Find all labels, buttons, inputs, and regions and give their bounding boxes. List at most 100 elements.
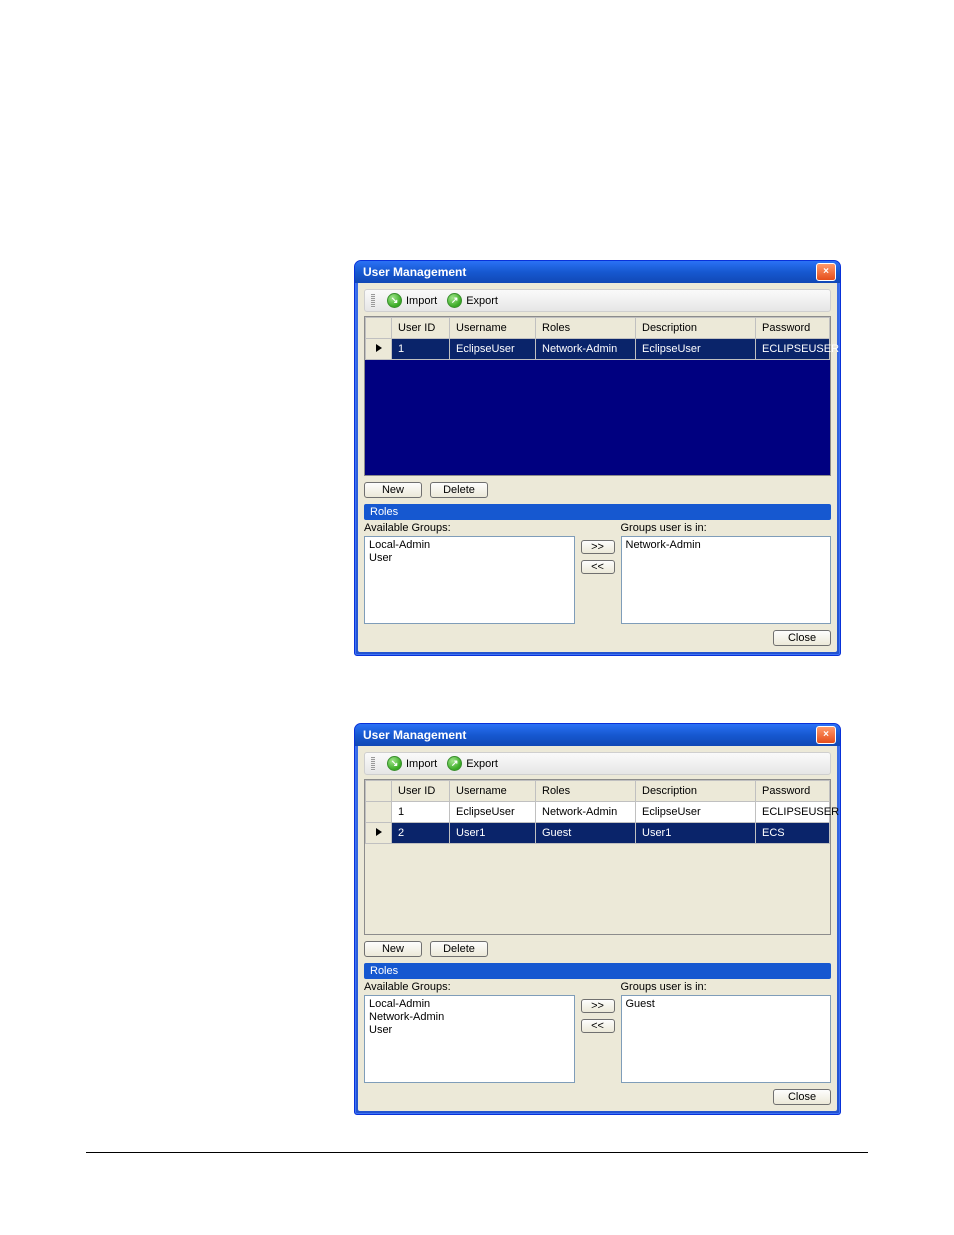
user-groups-list[interactable]: Guest [621,995,832,1083]
list-item[interactable]: Local-Admin [369,998,570,1011]
cell-roles[interactable]: Network-Admin [536,802,636,823]
user-management-window-2: User Management × ↘ Import ↗ Export [354,723,841,1115]
move-right-button[interactable]: >> [581,999,615,1013]
client-area: ↘ Import ↗ Export User ID Username Roles [358,283,837,652]
col-roles[interactable]: Roles [536,318,636,339]
available-groups-col: Available Groups: Local-Admin Network-Ad… [364,981,575,1083]
grid-empty-area [365,844,830,934]
list-item[interactable]: Guest [626,998,827,1011]
new-button[interactable]: New [364,941,422,957]
grid-empty-area [365,360,830,475]
row-pointer-icon [376,344,382,352]
cell-roles[interactable]: Network-Admin [536,339,636,360]
export-button[interactable]: ↗ Export [447,756,498,771]
cell-description[interactable]: EclipseUser [636,339,756,360]
move-buttons: >> << [581,522,615,574]
roles-section-header: Roles [364,504,831,520]
export-icon: ↗ [447,756,462,771]
close-icon[interactable]: × [816,263,836,281]
close-button[interactable]: Close [773,1089,831,1105]
delete-button[interactable]: Delete [430,482,488,498]
col-username[interactable]: Username [450,318,536,339]
footer-rule [86,1152,868,1153]
row-pointer-icon [376,828,382,836]
cell-username[interactable]: EclipseUser [450,339,536,360]
user-groups-list[interactable]: Network-Admin [621,536,832,624]
list-item[interactable]: User [369,552,570,565]
user-grid[interactable]: User ID Username Roles Description Passw… [364,316,831,476]
table-row[interactable]: 1 EclipseUser Network-Admin EclipseUser … [366,802,830,823]
toolbar-grip [371,294,375,308]
window-title: User Management [359,728,816,742]
titlebar[interactable]: User Management × [355,261,840,283]
roles-area: Available Groups: Local-Admin User >> <<… [364,522,831,624]
available-groups-col: Available Groups: Local-Admin User [364,522,575,624]
available-groups-list[interactable]: Local-Admin User [364,536,575,624]
toolbar-grip [371,757,375,771]
bottom-buttons: Close [364,1089,831,1105]
import-label: Import [406,758,437,770]
import-button[interactable]: ↘ Import [387,756,437,771]
available-groups-list[interactable]: Local-Admin Network-Admin User [364,995,575,1083]
client-area: ↘ Import ↗ Export User ID Username Roles [358,746,837,1111]
list-item[interactable]: Network-Admin [626,539,827,552]
row-pointer-cell [366,339,392,360]
list-item[interactable]: User [369,1024,570,1037]
move-buttons: >> << [581,981,615,1033]
row-header-blank [366,781,392,802]
new-button[interactable]: New [364,482,422,498]
window-title: User Management [359,265,816,279]
col-username[interactable]: Username [450,781,536,802]
col-user-id[interactable]: User ID [392,318,450,339]
cell-password[interactable]: ECS [756,823,830,844]
cell-description[interactable]: User1 [636,823,756,844]
export-label: Export [466,295,498,307]
import-label: Import [406,295,437,307]
close-button[interactable]: Close [773,630,831,646]
col-roles[interactable]: Roles [536,781,636,802]
cell-user-id[interactable]: 1 [392,339,450,360]
move-left-button[interactable]: << [581,1019,615,1033]
bottom-buttons: Close [364,630,831,646]
cell-username[interactable]: EclipseUser [450,802,536,823]
cell-password[interactable]: ECLIPSEUSER [756,802,830,823]
cell-password[interactable]: ECLIPSEUSER [756,339,830,360]
import-button[interactable]: ↘ Import [387,293,437,308]
cell-user-id[interactable]: 1 [392,802,450,823]
row-pointer-cell [366,823,392,844]
col-description[interactable]: Description [636,318,756,339]
list-item[interactable]: Local-Admin [369,539,570,552]
export-button[interactable]: ↗ Export [447,293,498,308]
user-groups-label: Groups user is in: [621,981,832,995]
list-item[interactable]: Network-Admin [369,1011,570,1024]
table-row[interactable]: 1 EclipseUser Network-Admin EclipseUser … [366,339,830,360]
grid-buttons: New Delete [364,941,831,957]
move-left-button[interactable]: << [581,560,615,574]
row-header-blank [366,318,392,339]
grid-header-row: User ID Username Roles Description Passw… [366,318,830,339]
close-icon[interactable]: × [816,726,836,744]
cell-roles[interactable]: Guest [536,823,636,844]
col-user-id[interactable]: User ID [392,781,450,802]
user-groups-col: Groups user is in: Guest [621,981,832,1083]
user-grid[interactable]: User ID Username Roles Description Passw… [364,779,831,935]
roles-area: Available Groups: Local-Admin Network-Ad… [364,981,831,1083]
delete-button[interactable]: Delete [430,941,488,957]
import-icon: ↘ [387,293,402,308]
import-icon: ↘ [387,756,402,771]
toolbar: ↘ Import ↗ Export [364,289,831,312]
titlebar[interactable]: User Management × [355,724,840,746]
col-password[interactable]: Password [756,318,830,339]
user-management-window-1: User Management × ↘ Import ↗ Export [354,260,841,656]
cell-user-id[interactable]: 2 [392,823,450,844]
col-password[interactable]: Password [756,781,830,802]
cell-username[interactable]: User1 [450,823,536,844]
grid-header-row: User ID Username Roles Description Passw… [366,781,830,802]
cell-description[interactable]: EclipseUser [636,802,756,823]
row-pointer-cell [366,802,392,823]
col-description[interactable]: Description [636,781,756,802]
move-right-button[interactable]: >> [581,540,615,554]
available-groups-label: Available Groups: [364,522,575,536]
roles-section-header: Roles [364,963,831,979]
table-row[interactable]: 2 User1 Guest User1 ECS [366,823,830,844]
